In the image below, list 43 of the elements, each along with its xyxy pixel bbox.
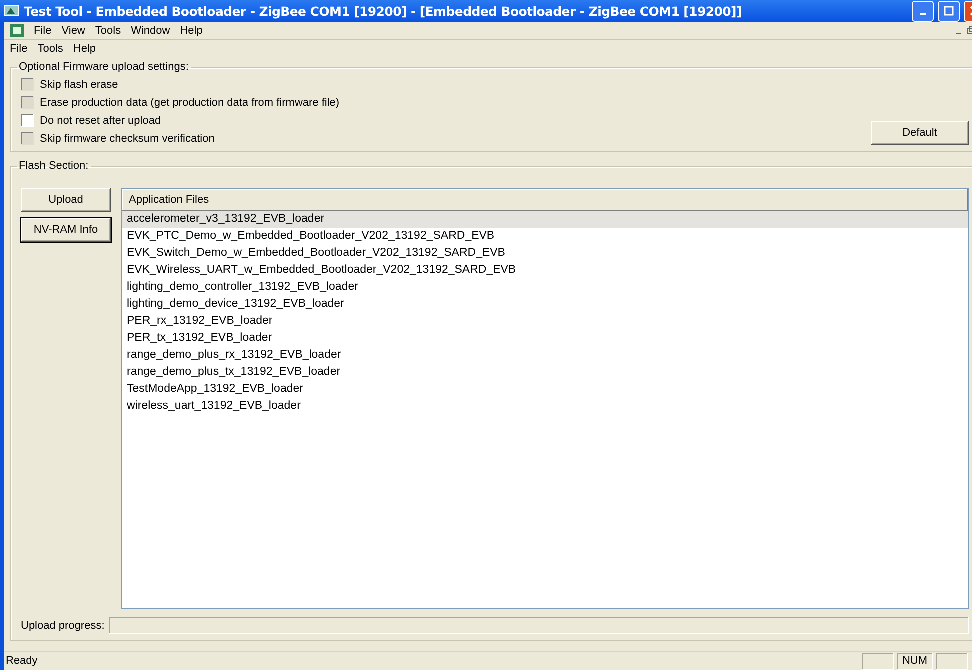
checkbox[interactable]	[21, 114, 34, 127]
checkbox-label: Skip flash erase	[40, 78, 118, 90]
document-icon	[10, 24, 24, 37]
minimize-button[interactable]	[912, 0, 934, 22]
upload-button[interactable]: Upload	[21, 188, 111, 212]
app-icon	[4, 4, 20, 18]
list-item[interactable]: range_demo_plus_rx_13192_EVB_loader	[122, 347, 968, 364]
list-item[interactable]: lighting_demo_controller_13192_EVB_loader	[122, 279, 968, 296]
list-item[interactable]: wireless_uart_13192_EVB_loader	[122, 398, 968, 415]
column-header[interactable]: Application Files	[122, 189, 968, 211]
progress-label: Upload progress:	[21, 620, 105, 632]
menu-item[interactable]: File	[34, 24, 52, 36]
checkbox-label: Erase production data (get production data from firmware file)	[40, 96, 340, 108]
checkbox-label: Do not reset after upload	[40, 114, 162, 126]
menu-item[interactable]: Help	[73, 42, 96, 54]
menu-item[interactable]: Tools	[95, 24, 122, 36]
list-item[interactable]: EVK_PTC_Demo_w_Embedded_Bootloader_V202_13192_SARD_EVB	[122, 228, 968, 245]
status-pane: NUM	[897, 652, 933, 670]
maximize-icon	[944, 6, 954, 16]
list-item[interactable]: EVK_Switch_Demo_w_Embedded_Bootloader_V202_13192_SARD_EVB	[122, 245, 968, 262]
group-title: Flash Section:	[18, 160, 90, 172]
list-item[interactable]: accelerometer_v3_13192_EVB_loader	[122, 211, 968, 228]
maximize-button[interactable]	[938, 0, 960, 22]
list-item[interactable]: EVK_Wireless_UART_w_Embedded_Bootloader_V202_13192_SARD_EVB	[122, 262, 968, 279]
window-title: Test Tool - Embedded Bootloader - ZigBee COM1 [19200] - [Embedded Bootloader - ZigBee COM1 [19200]]	[24, 4, 743, 18]
menu-item[interactable]: File	[10, 42, 28, 54]
status-text: Ready	[5, 655, 39, 667]
group-title: Optional Firmware upload settings:	[18, 61, 190, 73]
status-pane	[862, 652, 894, 670]
checkbox-label: Skip firmware checksum verification	[40, 132, 215, 144]
list-item[interactable]: PER_tx_13192_EVB_loader	[122, 330, 968, 347]
list-item[interactable]: PER_rx_13192_EVB_loader	[122, 313, 968, 330]
menu-item[interactable]: View	[62, 24, 86, 36]
default-button[interactable]: Default	[871, 121, 969, 145]
menu-item[interactable]: Help	[180, 24, 203, 36]
list-item[interactable]: lighting_demo_device_13192_EVB_loader	[122, 296, 968, 313]
status-pane	[936, 652, 968, 670]
list-item[interactable]: TestModeApp_13192_EVB_loader	[122, 381, 968, 398]
menu-item[interactable]: Window	[131, 24, 170, 36]
menu-item[interactable]: Tools	[38, 42, 64, 54]
info-button[interactable]: NV-RAM Info	[21, 218, 111, 242]
list-item[interactable]: range_demo_plus_tx_13192_EVB_loader	[122, 364, 968, 381]
minimize-icon	[920, 13, 926, 15]
